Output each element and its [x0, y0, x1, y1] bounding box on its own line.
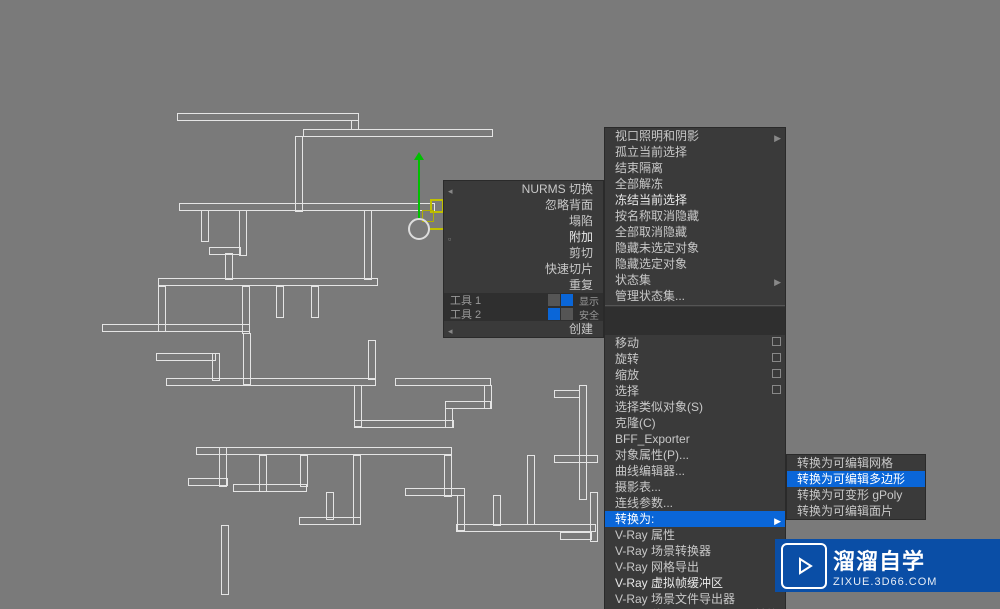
menu-item[interactable]: 连线参数...: [605, 495, 785, 511]
submenu-item[interactable]: 转换为可编辑网格: [787, 455, 925, 471]
quad-menu-left[interactable]: ◂NURMS 切换 忽略背面 塌陷 ▫附加 剪切 快速切片 重复 工具 1显示 …: [444, 181, 603, 337]
menu-item-create[interactable]: ◂创建: [444, 321, 603, 337]
menu-item[interactable]: 隐藏未选定对象: [605, 240, 785, 256]
menu-item[interactable]: BFF_Exporter: [605, 431, 785, 447]
submenu-convert-to[interactable]: 转换为可编辑网格转换为可编辑多边形转换为可变形 gPoly转换为可编辑面片: [787, 455, 925, 519]
submenu-item[interactable]: 转换为可编辑多边形: [787, 471, 925, 487]
submenu-item[interactable]: 转换为可变形 gPoly: [787, 487, 925, 503]
menu-item-ignore-backfacing[interactable]: 忽略背面: [444, 197, 603, 213]
menu-item[interactable]: 按名称取消隐藏: [605, 208, 785, 224]
menu-item[interactable]: V-Ray 场景文件导出器: [605, 591, 785, 607]
menu-item[interactable]: 选择: [605, 383, 785, 399]
watermark-logo-icon: [781, 543, 827, 589]
watermark-subtitle: ZIXUE.3D66.COM: [833, 576, 937, 588]
menu-item-convert-to[interactable]: 转换为:▶: [605, 511, 785, 527]
submenu-item[interactable]: 转换为可编辑面片: [787, 503, 925, 519]
menu-item[interactable]: 克隆(C): [605, 415, 785, 431]
gizmo-origin[interactable]: [408, 218, 430, 240]
gizmo-y-axis[interactable]: [418, 160, 420, 220]
quad-menu-toolrow-1b: [605, 307, 785, 321]
menu-item[interactable]: 缩放: [605, 367, 785, 383]
quad-menu-right[interactable]: 视口照明和阴影▶孤立当前选择结束隔离全部解冻冻结当前选择按名称取消隐藏全部取消隐…: [605, 128, 785, 609]
menu-item[interactable]: 全部解冻: [605, 176, 785, 192]
menu-item[interactable]: 曲线编辑器...: [605, 463, 785, 479]
watermark: 溜溜自学 ZIXUE.3D66.COM: [775, 539, 1000, 592]
menu-item-repeat[interactable]: 重复: [444, 277, 603, 293]
watermark-title: 溜溜自学: [833, 544, 937, 576]
menu-item[interactable]: 结束隔离: [605, 160, 785, 176]
menu-item[interactable]: 旋转: [605, 351, 785, 367]
menu-item[interactable]: V-Ray 虚拟帧缓冲区: [605, 575, 785, 591]
menu-item[interactable]: 冻结当前选择: [605, 192, 785, 208]
menu-item[interactable]: V-Ray 网格导出: [605, 559, 785, 575]
menu-item[interactable]: V-Ray 场景转换器: [605, 543, 785, 559]
menu-item-cut[interactable]: 剪切: [444, 245, 603, 261]
menu-item[interactable]: 移动: [605, 335, 785, 351]
menu-item[interactable]: 孤立当前选择: [605, 144, 785, 160]
quad-menu-toolrow-1: 工具 1显示: [444, 293, 603, 307]
menu-item-collapse[interactable]: 塌陷: [444, 213, 603, 229]
menu-item[interactable]: 选择类似对象(S): [605, 399, 785, 415]
menu-item[interactable]: 摄影表...: [605, 479, 785, 495]
quad-menu-toolrow-2b: [605, 321, 785, 335]
menu-item[interactable]: 全部取消隐藏: [605, 224, 785, 240]
menu-item[interactable]: 管理状态集...: [605, 288, 785, 304]
menu-item-quickslice[interactable]: 快速切片: [444, 261, 603, 277]
menu-item[interactable]: 视口照明和阴影▶: [605, 128, 785, 144]
menu-item-attach[interactable]: ▫附加: [444, 229, 603, 245]
menu-item[interactable]: 隐藏选定对象: [605, 256, 785, 272]
menu-item-nurms-toggle[interactable]: ◂NURMS 切换: [444, 181, 603, 197]
menu-separator: [605, 305, 785, 306]
menu-item[interactable]: 状态集▶: [605, 272, 785, 288]
menu-item[interactable]: V-Ray 属性: [605, 527, 785, 543]
menu-item[interactable]: 对象属性(P)...: [605, 447, 785, 463]
quad-menu-toolrow-2: 工具 2安全: [444, 307, 603, 321]
